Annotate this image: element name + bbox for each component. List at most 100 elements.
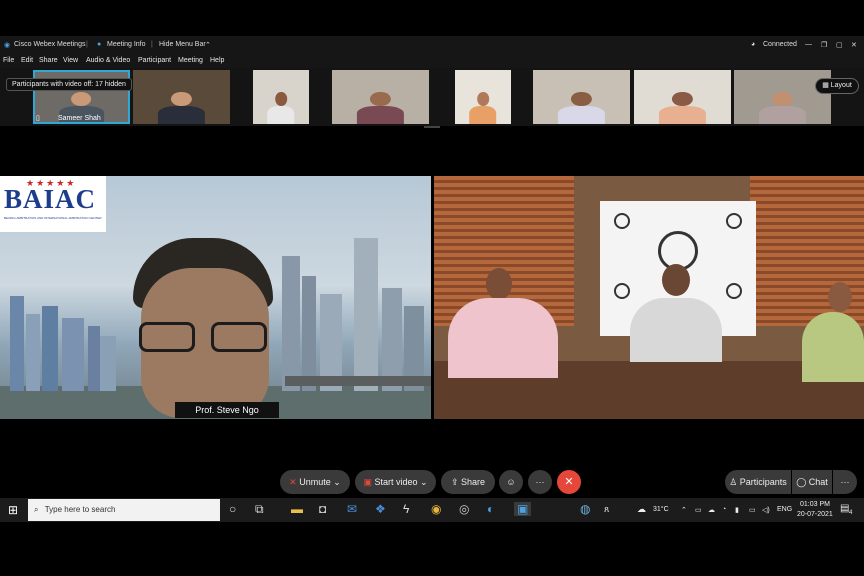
menu-help[interactable]: Help <box>210 57 224 64</box>
connection-icon: ◕ <box>751 41 756 48</box>
share-icon: ⇪ <box>450 477 459 487</box>
menu-share[interactable]: Share <box>39 57 58 64</box>
participant-thumbnail[interactable] <box>253 70 309 124</box>
menu-view[interactable]: View <box>63 57 78 64</box>
menu-meeting[interactable]: Meeting <box>178 57 203 64</box>
baiac-logo-text: BAIAC <box>4 184 97 214</box>
participant-video <box>264 91 298 124</box>
baiac-logo: ★★★★★ BAIAC BEIJING ARBITRATION AND INTE… <box>0 176 106 232</box>
mail-icon[interactable]: ✉ <box>347 502 357 516</box>
chat-icon: ◯ <box>796 477 807 487</box>
chat-button[interactable]: ◯ Chat <box>792 470 832 494</box>
battery-icon[interactable]: ▭ <box>749 506 756 514</box>
layout-label: Layout <box>830 82 852 89</box>
layout-icon: ▦ <box>822 82 829 89</box>
participant-video <box>351 91 409 124</box>
unmute-button[interactable]: ✕ Unmute ⌄ <box>280 470 350 494</box>
menu-file[interactable]: File <box>3 57 14 64</box>
microphone-icon: ▯ <box>36 115 40 122</box>
participants-button[interactable]: ♙ Participants <box>725 470 791 494</box>
task-view-icon[interactable]: ⧉ <box>255 502 264 517</box>
browser-icon[interactable]: ◍ <box>580 502 590 516</box>
participant-name-label: Sameer Shah <box>58 115 101 122</box>
share-button[interactable]: ⇪ Share <box>441 470 495 494</box>
chevron-up-icon[interactable]: ⌃ <box>205 41 211 49</box>
app-circle-icon[interactable]: ◎ <box>459 502 469 516</box>
onedrive-icon[interactable]: ☁ <box>708 506 715 514</box>
chevron-up-icon[interactable]: ⌃ <box>681 506 687 514</box>
volume-icon[interactable]: ◁) <box>762 506 770 514</box>
more-options-button[interactable]: ··· <box>528 470 552 494</box>
chrome-icon[interactable]: ◉ <box>431 502 441 516</box>
webex-logo-icon: ◉ <box>4 42 11 49</box>
participant-thumbnail[interactable] <box>332 70 429 124</box>
keyboard-language[interactable]: ENG <box>777 506 792 513</box>
maximize-icon[interactable]: ▢ <box>836 41 843 49</box>
separator: | <box>86 41 88 48</box>
menu-audio-video[interactable]: Audio & Video <box>86 57 130 64</box>
people-icon[interactable]: ጸ <box>604 504 609 515</box>
video-off-icon: ▣ <box>363 477 372 487</box>
tray-app-icon[interactable]: ◔ <box>722 506 726 513</box>
info-icon: ● <box>97 41 102 48</box>
hidden-participants-tooltip: Participants with video off: 17 hidden <box>6 78 132 91</box>
restore-icon[interactable]: ❐ <box>821 41 827 49</box>
start-video-button[interactable]: ▣ Start video ⌄ <box>355 470 436 494</box>
weather-icon[interactable]: ☁ <box>637 504 646 515</box>
participant-thumbnail[interactable] <box>133 70 230 124</box>
webex-taskbar-icon[interactable]: ◐ <box>487 502 494 516</box>
webex-meetings-taskbar-icon[interactable]: ▣ <box>514 502 532 516</box>
search-icon: ⌕ <box>34 505 39 514</box>
conference-room-video-pane[interactable] <box>434 176 864 419</box>
mic-tray-icon[interactable]: ▮ <box>735 506 739 514</box>
minimize-icon[interactable]: — <box>805 41 812 48</box>
windows-start-icon[interactable]: ⊞ <box>8 503 18 517</box>
close-icon[interactable]: ✕ <box>851 41 857 49</box>
more-icon: ··· <box>840 477 850 487</box>
participants-icon: ♙ <box>729 477 738 487</box>
participant-thumbnail[interactable] <box>734 70 831 124</box>
taskbar-search-box[interactable]: ⌕ Type here to search <box>28 499 220 521</box>
speaker-person <box>125 238 285 419</box>
dropbox-icon[interactable]: ❖ <box>375 502 386 516</box>
app-icon[interactable]: ϟ <box>403 502 409 516</box>
layout-button[interactable]: ▦ Layout <box>815 78 859 94</box>
temperature[interactable]: 31°C <box>653 506 669 513</box>
panel-more-button[interactable]: ··· <box>833 470 857 494</box>
participant-video <box>552 91 610 124</box>
participant-thumbnail[interactable] <box>533 70 630 124</box>
filmstrip-resize-handle[interactable] <box>424 126 440 128</box>
participant-video <box>152 91 210 124</box>
menu-participant[interactable]: Participant <box>138 57 171 64</box>
reactions-button[interactable]: ☺ <box>499 470 523 494</box>
end-call-button[interactable]: ✕ <box>557 470 581 494</box>
chevron-down-icon[interactable]: ⌄ <box>420 477 428 487</box>
network-icon[interactable]: ▭ <box>695 506 702 514</box>
participant-video <box>653 91 711 124</box>
title-bar: ◉ Cisco Webex Meetings | ● Meeting Info … <box>0 36 864 54</box>
chevron-down-icon[interactable]: ⌄ <box>333 477 341 487</box>
clock-date[interactable]: 20-07-2021 <box>797 511 833 518</box>
participant-video <box>466 91 500 124</box>
chat-label: Chat <box>808 477 828 487</box>
speaker-video-pane[interactable]: ★★★★★ BAIAC BEIJING ARBITRATION AND INTE… <box>0 176 431 419</box>
separator: | <box>151 41 153 48</box>
connection-status: Connected <box>763 41 797 48</box>
clock-time[interactable]: 01:03 PM <box>800 501 830 508</box>
cortana-icon[interactable]: ○ <box>229 502 236 516</box>
menu-bar: File Edit Share View Audio & Video Parti… <box>0 54 864 68</box>
speaker-name-label: Prof. Steve Ngo <box>175 402 279 418</box>
notification-count: 4 <box>849 510 853 516</box>
more-icon: ··· <box>535 477 545 487</box>
participant-thumbnail[interactable] <box>634 70 731 124</box>
meeting-info-button[interactable]: Meeting Info <box>107 41 146 48</box>
participants-label: Participants <box>739 477 787 487</box>
store-icon[interactable]: ◘ <box>319 502 326 516</box>
baiac-logo-subtitle: BEIJING ARBITRATION AND INTERNATIONAL AR… <box>4 216 102 220</box>
menu-edit[interactable]: Edit <box>21 57 33 64</box>
hide-menu-bar-button[interactable]: Hide Menu Bar <box>159 41 206 48</box>
participant-video <box>753 91 811 124</box>
share-label: Share <box>461 477 486 487</box>
participant-thumbnail[interactable] <box>455 70 511 124</box>
file-explorer-icon[interactable]: ▬ <box>291 502 303 516</box>
